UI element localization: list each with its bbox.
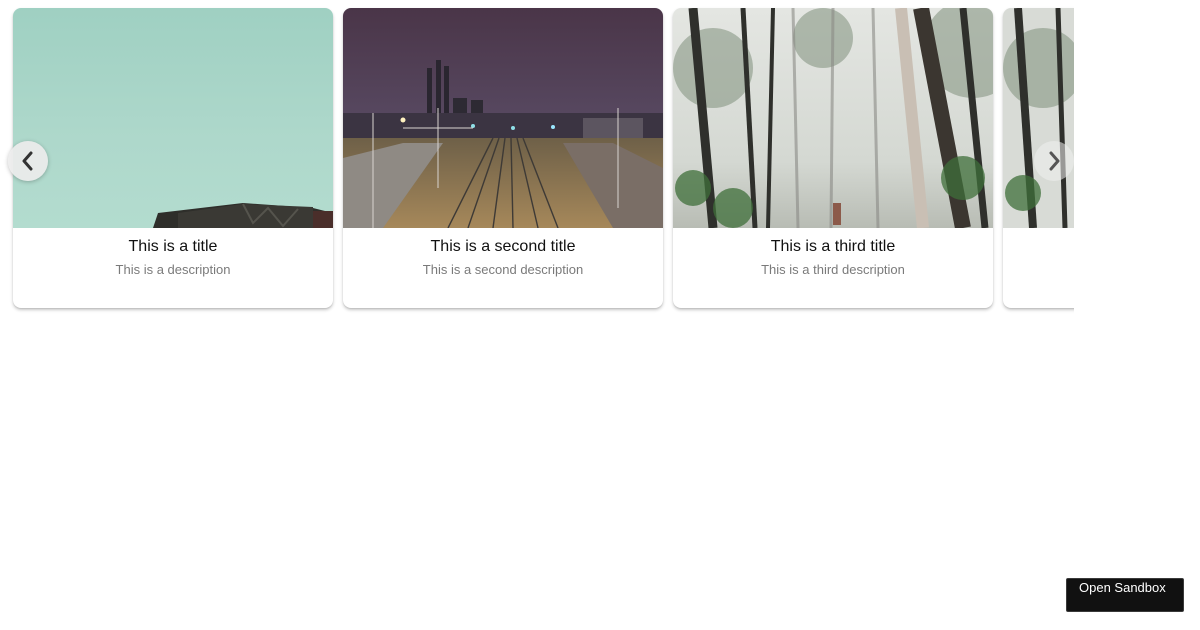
carousel-card-2[interactable]: This is a second title This is a second …: [343, 8, 663, 308]
chevron-left-icon: [22, 151, 33, 171]
card-description: This is a description: [115, 262, 231, 277]
carousel-prev-button[interactable]: [8, 141, 48, 181]
card-image-sky-building: [13, 8, 333, 228]
card-title: This is a title: [128, 238, 218, 255]
card-body: This is a title This is a description: [13, 228, 333, 278]
carousel-track: This is a title This is a description Th…: [13, 8, 1074, 308]
card-image-forest: [1003, 8, 1074, 228]
carousel-next-button[interactable]: [1034, 141, 1074, 181]
card-title: This is a third title: [770, 238, 896, 255]
card-title: This is a second title: [430, 238, 576, 255]
railway-at-night-photo: [343, 8, 663, 228]
card-description: This is a third description: [761, 262, 905, 277]
misty-forest-photo: [673, 8, 993, 228]
open-sandbox-button[interactable]: Open Sandbox: [1066, 578, 1184, 612]
card-body: [1003, 228, 1074, 238]
carousel-card-1[interactable]: This is a title This is a description: [13, 8, 333, 308]
image-carousel: This is a title This is a description Th…: [0, 0, 1074, 330]
card-body: This is a second title This is a second …: [343, 228, 663, 278]
chevron-right-icon: [1049, 151, 1060, 171]
misty-forest-photo: [1003, 8, 1074, 228]
card-body: This is a third title This is a third de…: [673, 228, 993, 278]
carousel-card-3[interactable]: This is a third title This is a third de…: [673, 8, 993, 308]
sky-and-building-photo: [13, 8, 333, 228]
card-description: This is a second description: [422, 262, 584, 277]
card-image-railway: [343, 8, 663, 228]
card-image-forest: [673, 8, 993, 228]
